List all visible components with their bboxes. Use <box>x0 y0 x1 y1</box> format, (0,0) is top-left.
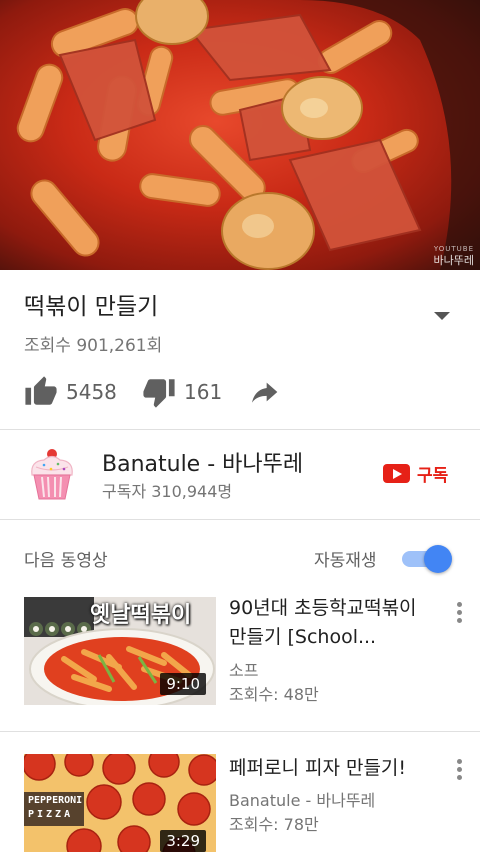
subscriber-count: 구독자 310,944명 <box>102 482 233 501</box>
up-next-label: 다음 동영상 <box>24 551 108 571</box>
video-actions: 5458 161 <box>0 372 480 412</box>
divider <box>0 731 480 732</box>
more-options-icon[interactable] <box>457 602 463 626</box>
thumb-down-icon <box>143 379 175 408</box>
video-views: 조회수: 78만 <box>229 815 319 834</box>
divider <box>0 519 480 520</box>
thumbnail-caption-line-2: PIZZA <box>28 809 74 820</box>
dislike-count: 161 <box>184 380 223 404</box>
thumb-up-icon <box>25 376 57 405</box>
share-button[interactable] <box>248 372 280 412</box>
autoplay-toggle[interactable] <box>402 545 452 573</box>
thumbnail-caption: PEPPERONI PIZZA <box>28 794 82 822</box>
like-count: 5458 <box>66 380 117 404</box>
watermark-youtube: YOUTUBE <box>433 245 474 253</box>
subscribe-button[interactable]: 구독 <box>383 461 448 486</box>
autoplay-label: 자동재생 <box>314 551 377 571</box>
youtube-play-icon <box>383 464 410 483</box>
thumbnail-caption: 옛날떡볶이 <box>90 603 192 628</box>
divider <box>0 429 480 430</box>
thumbnail-caption-line-1: PEPPERONI <box>28 795 83 806</box>
video-duration: 3:29 <box>160 830 206 852</box>
subscribe-label: 구독 <box>417 466 449 486</box>
share-icon <box>252 382 278 403</box>
more-options-icon[interactable] <box>457 759 463 783</box>
video-title[interactable]: 페퍼로니 피자 만들기! <box>229 754 439 783</box>
video-player[interactable]: YOUTUBE 바나뚜레 <box>0 0 480 270</box>
channel-name[interactable]: Banatule - 바나뚜레 <box>102 446 303 478</box>
cupcake-icon <box>31 449 73 500</box>
channel-watermark: YOUTUBE 바나뚜레 <box>433 245 474 267</box>
video-duration: 9:10 <box>160 673 206 695</box>
video-frame <box>0 0 480 270</box>
video-title: 떡볶이 만들기 <box>24 294 159 320</box>
toggle-knob <box>424 545 452 573</box>
channel-avatar[interactable] <box>24 447 80 503</box>
view-count: 조회수 901,261회 <box>24 336 163 356</box>
video-views: 조회수: 48만 <box>229 685 319 704</box>
video-channel: 소프 <box>229 661 259 680</box>
list-item[interactable]: PEPPERONI PIZZA 3:29 페퍼로니 피자 만들기! Banatu… <box>0 754 480 852</box>
watermark-channel: 바나뚜레 <box>433 254 474 267</box>
expand-description-icon[interactable] <box>434 312 450 320</box>
video-title[interactable]: 90년대 초등학교떡볶이 만들기 [School... <box>229 594 439 652</box>
video-thumbnail[interactable]: PEPPERONI PIZZA 3:29 <box>24 754 216 852</box>
like-button[interactable]: 5458 <box>24 372 117 412</box>
video-thumbnail[interactable]: 옛날떡볶이 9:10 <box>24 597 216 705</box>
video-channel: Banatule - 바나뚜레 <box>229 791 376 810</box>
list-item[interactable]: 옛날떡볶이 9:10 90년대 초등학교떡볶이 만들기 [School... 소… <box>0 597 480 717</box>
dislike-button[interactable]: 161 <box>142 372 222 412</box>
